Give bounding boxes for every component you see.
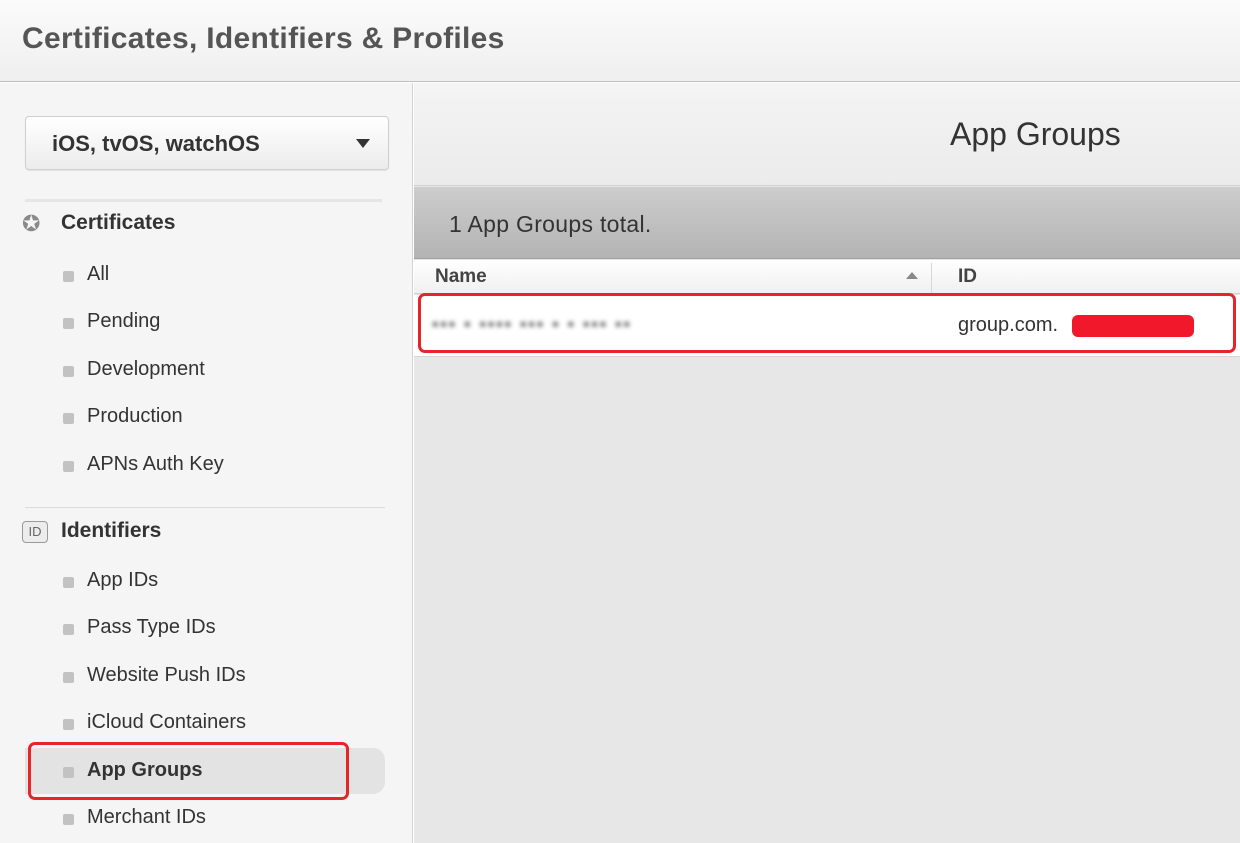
table-header: Name ID [414,260,1240,294]
bullet-icon [63,318,74,329]
top-bar: Certificates, Identifiers & Profiles [0,0,1240,82]
sidebar: iOS, tvOS, watchOS ✪ Certificates All Pe… [0,83,413,843]
sidebar-item-label: Pending [87,310,161,332]
sort-ascending-icon[interactable] [906,272,918,279]
platform-dropdown[interactable]: iOS, tvOS, watchOS [25,116,389,170]
chevron-down-icon [356,139,370,148]
section-title-identifiers: Identifiers [61,519,162,542]
sidebar-item-pass-type-ids[interactable]: Pass Type IDs [25,605,385,651]
bullet-icon [63,624,74,635]
sidebar-item-label: App IDs [87,569,159,591]
sidebar-item-icloud-containers[interactable]: iCloud Containers [25,700,385,746]
column-header-id[interactable]: ID [958,266,977,288]
id-icon: ID [22,521,48,543]
sidebar-item-label: Production [87,405,183,427]
bullet-icon [63,413,74,424]
sidebar-item-all[interactable]: All [25,252,385,298]
platform-dropdown-label: iOS, tvOS, watchOS [52,131,260,156]
main-header: App Groups [414,83,1240,186]
sidebar-item-merchant-ids[interactable]: Merchant IDs [25,795,385,841]
badge-check-icon: ✪ [22,211,41,236]
main-title: App Groups [950,116,1121,152]
page-title: Certificates, Identifiers & Profiles [22,22,505,55]
bullet-icon [63,719,74,730]
bullet-icon [63,577,74,588]
bullet-icon [63,814,74,825]
sidebar-item-label: Merchant IDs [87,806,206,828]
sidebar-item-label: Development [87,358,205,380]
column-separator [931,263,932,293]
sidebar-divider [25,507,385,508]
sidebar-item-development[interactable]: Development [25,347,385,393]
sidebar-divider [25,199,382,202]
bullet-icon [63,672,74,683]
section-title-certificates: Certificates [61,211,176,234]
sidebar-item-label: iCloud Containers [87,711,246,733]
total-count: 1 App Groups total. [449,211,652,237]
sidebar-item-label: Website Push IDs [87,664,246,686]
main-content: App Groups 1 App Groups total. Name ID ▪… [414,83,1240,843]
bullet-icon [63,366,74,377]
sidebar-item-app-ids[interactable]: App IDs [25,558,385,604]
total-bar: 1 App Groups total. [414,187,1240,259]
sidebar-item-label: Pass Type IDs [87,616,216,638]
highlight-box [418,293,1236,353]
sidebar-item-website-push-ids[interactable]: Website Push IDs [25,653,385,699]
sidebar-item-label: All [87,263,110,285]
bullet-icon [63,461,74,472]
sidebar-item-production[interactable]: Production [25,394,385,440]
sidebar-item-apns-auth-key[interactable]: APNs Auth Key [25,442,385,488]
sidebar-item-pending[interactable]: Pending [25,299,385,345]
sidebar-item-label: APNs Auth Key [87,453,224,475]
highlight-box [28,742,349,800]
column-header-name[interactable]: Name [435,266,487,288]
bullet-icon [63,271,74,282]
